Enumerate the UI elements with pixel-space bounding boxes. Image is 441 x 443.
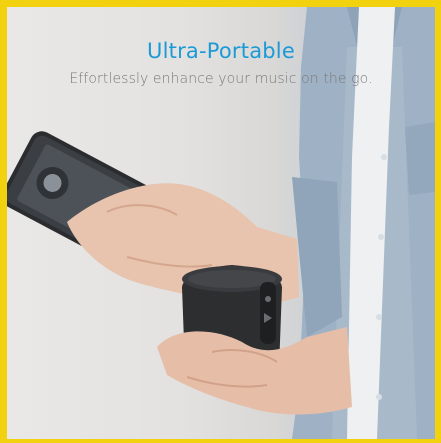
headline: Ultra-Portable <box>147 39 295 63</box>
subheadline: Effortlessly enhance your music on the g… <box>69 71 373 87</box>
yellow-border-frame: Ultra-Portable Effortlessly enhance your… <box>0 0 441 443</box>
product-photo: Ultra-Portable Effortlessly enhance your… <box>7 7 435 439</box>
